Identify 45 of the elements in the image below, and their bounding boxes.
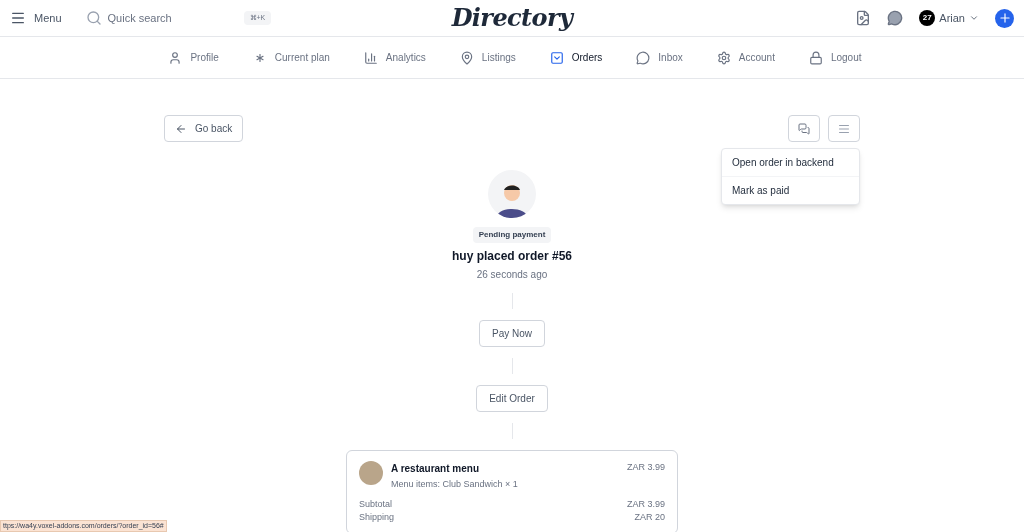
action-button[interactable]: Pay Now <box>479 320 545 347</box>
nav-tab[interactable]: Inbox <box>632 50 687 65</box>
action-button[interactable]: Edit Order <box>476 385 548 412</box>
order-title: huy placed order #56 <box>451 248 572 265</box>
arrow-left-icon <box>175 122 187 135</box>
chat-icon[interactable] <box>887 10 904 26</box>
map-pin-icon <box>459 50 474 65</box>
menu-icon <box>10 10 26 26</box>
status-badge: Pending payment <box>472 227 552 243</box>
nav-tab[interactable]: Orders <box>545 50 607 65</box>
user-menu[interactable]: 27 Arian <box>919 9 979 27</box>
add-button[interactable] <box>995 8 1014 28</box>
nav-tab[interactable]: Listings <box>455 50 520 65</box>
photo-placeholder <box>359 461 383 485</box>
item-price: ZAR 3.99 <box>626 461 665 474</box>
order-time: 26 seconds ago <box>476 268 548 282</box>
menu-item[interactable]: Open order in backend <box>722 149 859 176</box>
user-icon <box>168 50 183 65</box>
back-button[interactable]: Go back <box>164 115 244 142</box>
summary-value: ZAR 3.99 <box>626 497 665 511</box>
settings-icon <box>716 50 731 65</box>
summary-label: Shipping <box>359 511 395 524</box>
user-avatar: 27 <box>919 10 936 26</box>
lock-icon <box>808 50 823 65</box>
nav-tab[interactable]: Account <box>712 50 779 65</box>
plus-icon <box>997 11 1012 25</box>
square-icon <box>549 50 564 65</box>
search-field[interactable]: Quick search <box>107 9 208 27</box>
summary-label: Subtotal <box>359 497 393 511</box>
nav-tab[interactable]: Profile <box>164 50 223 65</box>
item-title: A restaurant menu <box>391 462 480 476</box>
search-icon <box>85 10 102 26</box>
bar-chart-icon <box>363 50 378 65</box>
chat-bubble-icon <box>636 50 651 65</box>
menu-icon <box>838 122 850 135</box>
nav-tab[interactable]: Current plan <box>248 50 334 65</box>
menu-item[interactable]: Mark as paid <box>722 176 859 204</box>
logo[interactable]: Directory <box>451 0 573 36</box>
item-detail: Menu items: Club Sandwich × 1 <box>391 478 519 491</box>
menu-button[interactable]: Menu <box>10 9 62 27</box>
nav-tab[interactable]: Logout <box>804 50 866 65</box>
messages-icon <box>798 122 810 135</box>
nav-tab[interactable]: Analytics <box>359 50 430 65</box>
caret-icon <box>969 13 979 23</box>
summary-value: ZAR 20 <box>634 511 665 524</box>
